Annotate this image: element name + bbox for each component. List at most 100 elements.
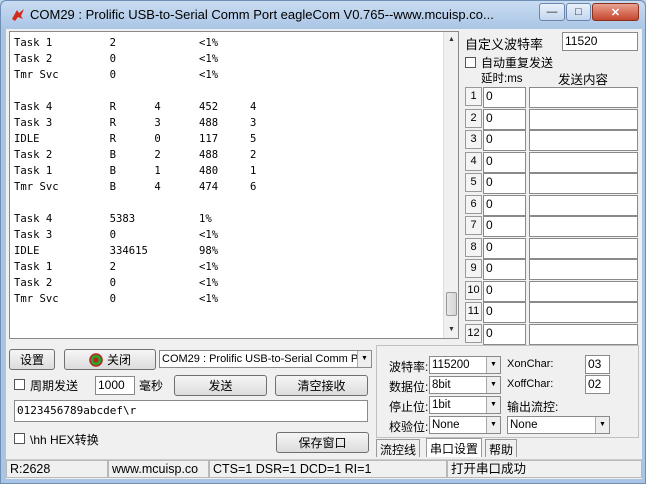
minimize-button[interactable]: — (539, 3, 565, 21)
row-content-input[interactable] (529, 151, 638, 173)
parity-label: 校验位: (389, 420, 429, 434)
period-input[interactable]: 1000 (95, 376, 135, 395)
receive-line: Tmr Svc 0 <1% (14, 293, 219, 305)
row-send-button[interactable]: 4 (465, 151, 482, 171)
hex-convert-checkbox[interactable] (14, 433, 25, 444)
baud-select[interactable]: 115200 ▼ (429, 356, 501, 374)
chevron-down-icon[interactable]: ▼ (595, 417, 609, 433)
row-content-input[interactable] (529, 237, 638, 259)
scroll-thumb[interactable] (446, 292, 457, 316)
auto-resend-checkbox[interactable] (465, 57, 476, 68)
row-content-input[interactable] (529, 194, 638, 216)
row-content-input[interactable] (529, 173, 638, 194)
app-window: COM29 : Prolific USB-to-Serial Comm Port… (0, 0, 646, 484)
website-link[interactable]: www.mcuisp.co (108, 460, 209, 478)
receive-line: Task 2 0 <1% (14, 53, 219, 65)
row-send-button[interactable]: 6 (465, 194, 482, 214)
receive-line: IDLE 334615 98% (14, 245, 219, 257)
row-delay-input[interactable]: 0 (483, 302, 526, 323)
flow-control-value: None (510, 419, 538, 431)
data-bits-select[interactable]: 8bit ▼ (429, 376, 501, 394)
receive-line: Tmr Svc 0 <1% (14, 69, 219, 81)
row-content-input[interactable] (529, 302, 638, 323)
receive-textarea[interactable]: Task 1 2 <1% Task 2 0 <1% Tmr Svc 0 <1% Tas… (9, 31, 459, 339)
close-window-button[interactable]: ✕ (592, 3, 639, 21)
maximize-button[interactable]: □ (566, 3, 591, 21)
chevron-down-icon[interactable]: ▼ (486, 377, 500, 393)
row-send-button[interactable]: 7 (465, 216, 482, 235)
receive-scrollbar[interactable]: ▲ ▼ (443, 32, 458, 338)
title-bar[interactable]: COM29 : Prolific USB-to-Serial Comm Port… (1, 1, 645, 29)
line-status: CTS=1 DSR=1 DCD=1 RI=1 (209, 460, 447, 478)
row-delay-input[interactable]: 0 (483, 151, 526, 173)
custom-baud-input[interactable]: 11520 (562, 32, 638, 51)
periodic-send-checkbox[interactable] (14, 379, 25, 390)
row-content-input[interactable] (529, 323, 638, 345)
chevron-down-icon[interactable]: ▼ (486, 397, 500, 413)
row-content-input[interactable] (529, 108, 638, 130)
chevron-down-icon[interactable]: ▼ (357, 351, 371, 367)
port-select[interactable]: COM29 : Prolific USB-to-Serial Comm Por … (159, 350, 372, 368)
receive-line: Task 1 B 1 480 1 (14, 165, 257, 177)
settings-button[interactable]: 设置 (9, 349, 55, 370)
flow-control-select[interactable]: None ▼ (507, 416, 610, 434)
receive-line: Task 3 R 3 488 3 (14, 117, 257, 129)
tab-help[interactable]: 帮助 (485, 439, 518, 457)
clear-receive-button[interactable]: 清空接收 (275, 375, 368, 396)
xoff-input[interactable]: 02 (585, 375, 610, 394)
close-port-label: 关闭 (106, 353, 131, 367)
scroll-down-arrow-icon[interactable]: ▼ (446, 324, 457, 336)
receive-line: Task 2 B 2 488 2 (14, 149, 257, 161)
row-delay-input[interactable]: 0 (483, 130, 526, 151)
parity-value: None (432, 419, 460, 431)
stop-bits-value: 1bit (432, 399, 451, 411)
row-send-button[interactable]: 12 (465, 323, 482, 343)
flow-control-label: 输出流控: (507, 400, 559, 414)
row-delay-input[interactable]: 0 (483, 280, 526, 302)
row-content-input[interactable] (529, 216, 638, 237)
row-send-button[interactable]: 11 (465, 302, 482, 321)
row-content-input[interactable] (529, 259, 638, 280)
scroll-up-arrow-icon[interactable]: ▲ (446, 34, 457, 46)
row-send-button[interactable]: 8 (465, 237, 482, 257)
receive-line: Tmr Svc B 4 474 6 (14, 181, 257, 193)
save-window-button[interactable]: 保存窗口 (276, 432, 369, 453)
row-content-input[interactable] (529, 87, 638, 108)
period-unit-label: 毫秒 (139, 379, 164, 393)
chevron-down-icon[interactable]: ▼ (486, 417, 500, 433)
receive-line: Task 1 2 <1% (14, 261, 219, 273)
row-delay-input[interactable]: 0 (483, 216, 526, 237)
status-bar: R:2628 www.mcuisp.co CTS=1 DSR=1 DCD=1 R… (6, 459, 642, 478)
row-content-input[interactable] (529, 130, 638, 151)
row-send-button[interactable]: 1 (465, 87, 482, 106)
parity-select[interactable]: None ▼ (429, 416, 501, 434)
status-message: 打开串口成功 (447, 460, 642, 478)
row-send-button[interactable]: 9 (465, 259, 482, 278)
receive-line: Task 3 0 <1% (14, 229, 219, 241)
row-delay-input[interactable]: 0 (483, 323, 526, 345)
row-delay-input[interactable]: 0 (483, 108, 526, 130)
chevron-down-icon[interactable]: ▼ (486, 357, 500, 373)
row-send-button[interactable]: 2 (465, 108, 482, 128)
baud-label: 波特率: (389, 360, 429, 374)
row-delay-input[interactable]: 0 (483, 194, 526, 216)
receive-line: IDLE R 0 117 5 (14, 133, 257, 145)
send-button[interactable]: 发送 (174, 375, 267, 396)
periodic-send-label: 周期发送 (30, 379, 79, 393)
row-content-input[interactable] (529, 280, 638, 302)
content-column-header: 发送内容 (558, 73, 609, 87)
tab-serial-settings[interactable]: 串口设置 (426, 438, 483, 457)
tab-flow-lines[interactable]: 流控线 (376, 439, 421, 457)
xon-input[interactable]: 03 (585, 355, 610, 374)
close-port-button[interactable]: 关闭 (64, 349, 156, 370)
row-send-button[interactable]: 5 (465, 173, 482, 192)
row-delay-input[interactable]: 0 (483, 237, 526, 259)
send-input[interactable]: 0123456789abcdef\r (14, 400, 368, 422)
stop-bits-select[interactable]: 1bit ▼ (429, 396, 501, 414)
row-delay-input[interactable]: 0 (483, 173, 526, 194)
row-delay-input[interactable]: 0 (483, 87, 526, 108)
data-bits-value: 8bit (432, 379, 451, 391)
row-send-button[interactable]: 3 (465, 130, 482, 149)
row-delay-input[interactable]: 0 (483, 259, 526, 280)
row-send-button[interactable]: 10 (465, 280, 482, 300)
